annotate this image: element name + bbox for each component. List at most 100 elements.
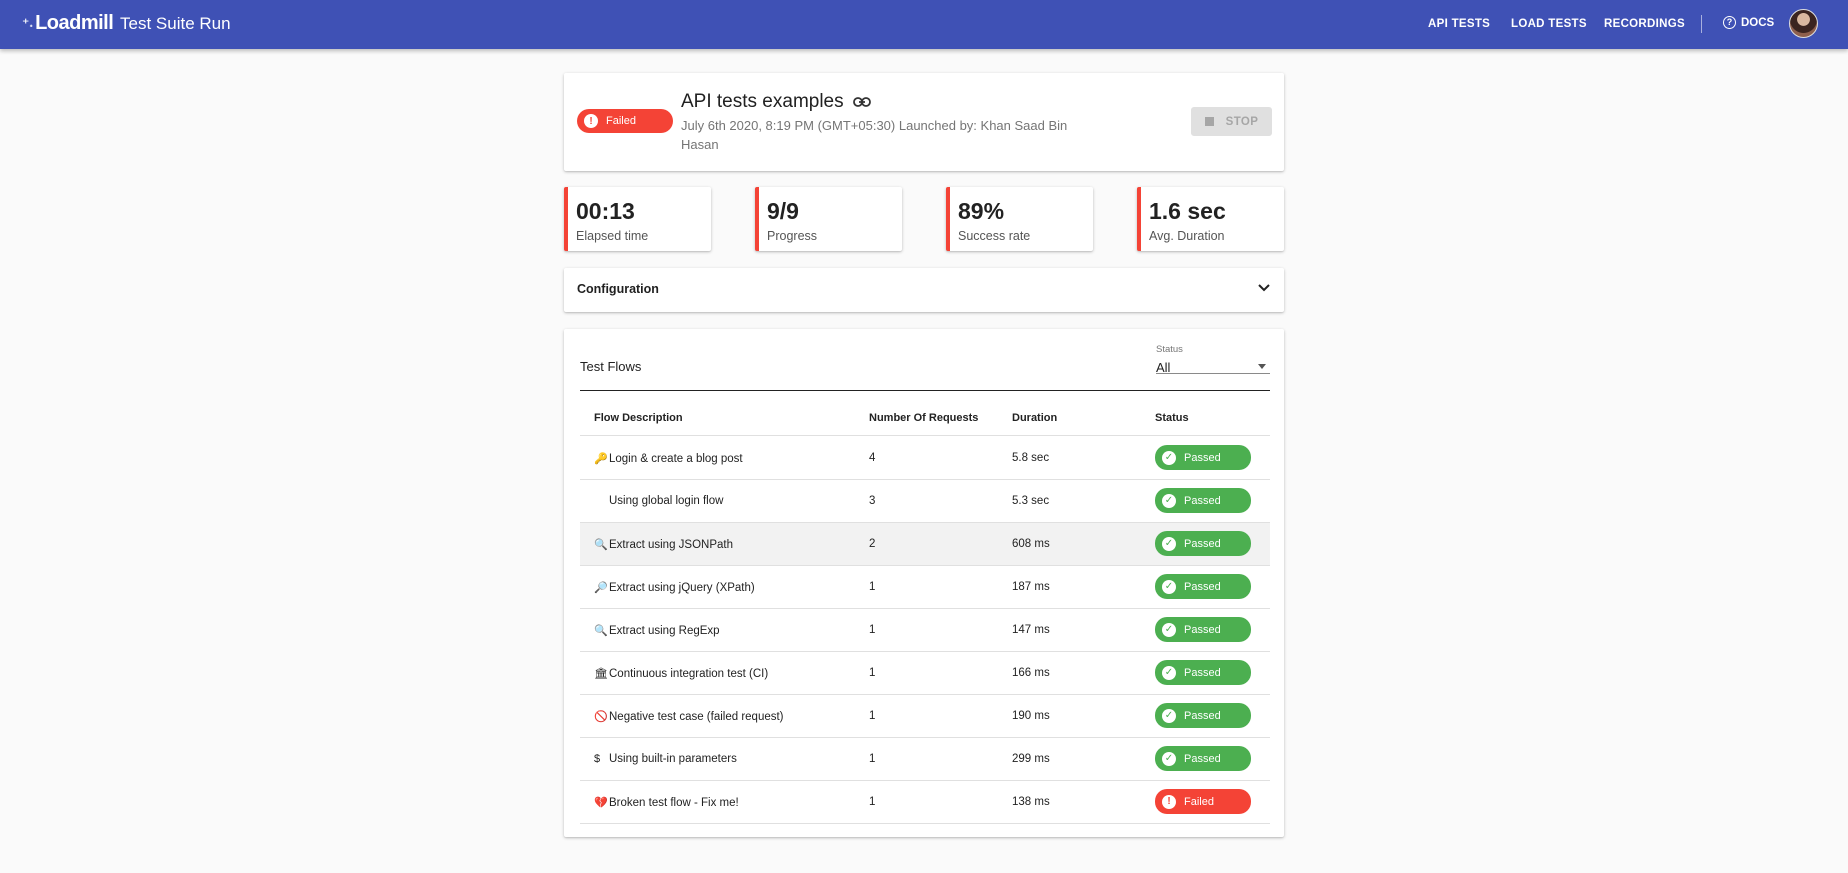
duration: 187 ms [1012,581,1050,593]
requests-count: 2 [869,538,876,550]
user-avatar[interactable] [1789,9,1818,38]
flow-description-text: Extract using JSONPath [609,539,733,551]
table-row[interactable]: 🔍Extract using RegExp 1 147 ms ✓ Passed [580,609,1270,652]
requests-count: 1 [869,581,876,593]
table-row[interactable]: 🔍Extract using JSONPath 2 608 ms ✓ Passed [580,523,1270,566]
status-badge: ✓ Passed [1155,531,1251,556]
configuration-panel[interactable]: Configuration [564,268,1284,312]
test-flows-title: Test Flows [580,359,642,374]
flow-description-text: Broken test flow - Fix me! [609,797,739,809]
nav-docs[interactable]: ? DOCS [1723,16,1774,29]
flow-description-text: Using built-in parameters [609,753,737,765]
column-header-requests[interactable]: Number Of Requests [869,412,978,424]
column-header-description[interactable]: Flow Description [594,412,683,424]
status-label: Failed [1184,795,1214,808]
configuration-label: Configuration [577,282,659,296]
dropdown-caret-icon [1258,364,1266,369]
stop-icon [1204,117,1214,126]
key-icon: 🔑 [594,453,608,465]
metric-label: Success rate [958,229,1031,243]
metric-label: Avg. Duration [1149,229,1225,243]
nav-api-tests[interactable]: API TESTS [1428,18,1490,30]
run-title-text: API tests examples [681,91,844,112]
prohibited-icon: 🚫 [594,711,608,723]
status-badge: ✓ Passed [1155,703,1251,728]
help-icon: ? [1723,16,1736,29]
status-badge: ✓ Passed [1155,488,1251,513]
logo-mark-icon: ⁺˖ [22,15,34,31]
table-row[interactable]: 🔑Login & create a blog post 4 5.8 sec ✓ P… [580,437,1270,480]
check-icon: ✓ [1162,450,1176,465]
metric-avg-duration: 1.6 sec Avg. Duration [1137,187,1284,251]
run-header-card: ! Failed API tests examples July 6th 202… [564,73,1284,171]
flow-description: Using global login flow [594,495,723,507]
status-label: Passed [1184,537,1221,550]
flow-description-text: Using global login flow [609,495,724,507]
table-row[interactable]: 💔Broken test flow - Fix me! 1 138 ms ! Fa… [580,781,1270,824]
flow-description: 🔎Extract using jQuery (XPath) [594,581,755,594]
requests-count: 1 [869,753,876,765]
check-icon: ✓ [1162,751,1176,766]
flow-description: 🏛Continuous integration test (CI) [594,667,768,680]
duration: 608 ms [1012,538,1050,550]
status-filter-label: Status [1156,344,1183,355]
table-row[interactable]: 🏛Continuous integration test (CI) 1 166 … [580,652,1270,695]
top-app-bar: ⁺˖ Loadmill Test Suite Run API TESTS LOA… [0,0,1848,49]
check-icon: ✓ [1162,536,1176,551]
flow-description-text: Negative test case (failed request) [609,711,784,723]
status-label: Passed [1184,580,1221,593]
run-meta: July 6th 2020, 8:19 PM (GMT+05:30) Launc… [681,118,1068,152]
run-status-badge: ! Failed [577,109,673,133]
magnifier-right-icon: 🔎 [594,582,608,594]
column-header-duration[interactable]: Duration [1012,412,1057,424]
nav-load-tests[interactable]: LOAD TESTS [1511,18,1587,30]
error-icon: ! [584,114,598,128]
status-badge: ! Failed [1155,789,1251,814]
loadmill-logo[interactable]: ⁺˖ Loadmill [22,12,114,35]
flow-description: 🔍Extract using JSONPath [594,538,733,551]
test-flows-card: Test Flows Status All Flow Description N… [564,329,1284,837]
flow-description-text: Login & create a blog post [609,453,743,465]
link-icon[interactable] [852,97,871,107]
requests-count: 3 [869,495,876,507]
dollar-icon: $ [594,753,601,765]
page-title: Test Suite Run [120,14,231,33]
metric-label: Progress [767,229,818,243]
requests-count: 1 [869,624,876,636]
metric-elapsed-time: 00:13 Elapsed time [564,187,711,251]
flow-description: 🚫Negative test case (failed request) [594,710,784,723]
nav-divider [1701,15,1702,33]
status-filter-select[interactable]: Status All [1156,344,1270,375]
metric-value: 1.6 sec [1149,198,1226,224]
nav-recordings[interactable]: RECORDINGS [1604,18,1685,30]
stop-label: STOP [1225,115,1259,128]
status-filter-value: All [1156,360,1171,375]
table-row[interactable]: 🔎Extract using jQuery (XPath) 1 187 ms ✓… [580,566,1270,609]
table-row[interactable]: 🚫Negative test case (failed request) 1 1… [580,695,1270,738]
requests-count: 1 [869,667,876,679]
flow-description-text: Extract using RegExp [609,625,720,637]
docs-label: DOCS [1741,16,1775,29]
logo-text: Loadmill [35,12,114,34]
table-row[interactable]: $ Using built-in parameters 1 299 ms ✓ Pas… [580,738,1270,781]
table-row[interactable]: Using global login flow 3 5.3 sec ✓ Passe… [580,480,1270,523]
metric-value: 9/9 [767,198,799,224]
check-icon: ✓ [1162,622,1176,637]
broken-heart-icon: 💔 [594,797,608,809]
duration: 166 ms [1012,667,1050,679]
status-badge: ✓ Passed [1155,574,1251,599]
chevron-down-icon[interactable] [1256,280,1272,296]
requests-count: 1 [869,710,876,722]
stop-button[interactable]: STOP [1191,107,1272,136]
duration: 147 ms [1012,624,1050,636]
column-header-status[interactable]: Status [1155,412,1189,424]
metric-value: 00:13 [576,198,635,224]
flow-description-text: Extract using jQuery (XPath) [609,582,755,594]
flow-description: 💔Broken test flow - Fix me! [594,796,739,809]
status-badge: ✓ Passed [1155,617,1251,642]
duration: 5.8 sec [1012,452,1050,464]
duration: 138 ms [1012,796,1050,808]
duration: 299 ms [1012,753,1050,765]
status-label: Passed [1184,709,1221,722]
check-icon: ✓ [1162,493,1176,508]
